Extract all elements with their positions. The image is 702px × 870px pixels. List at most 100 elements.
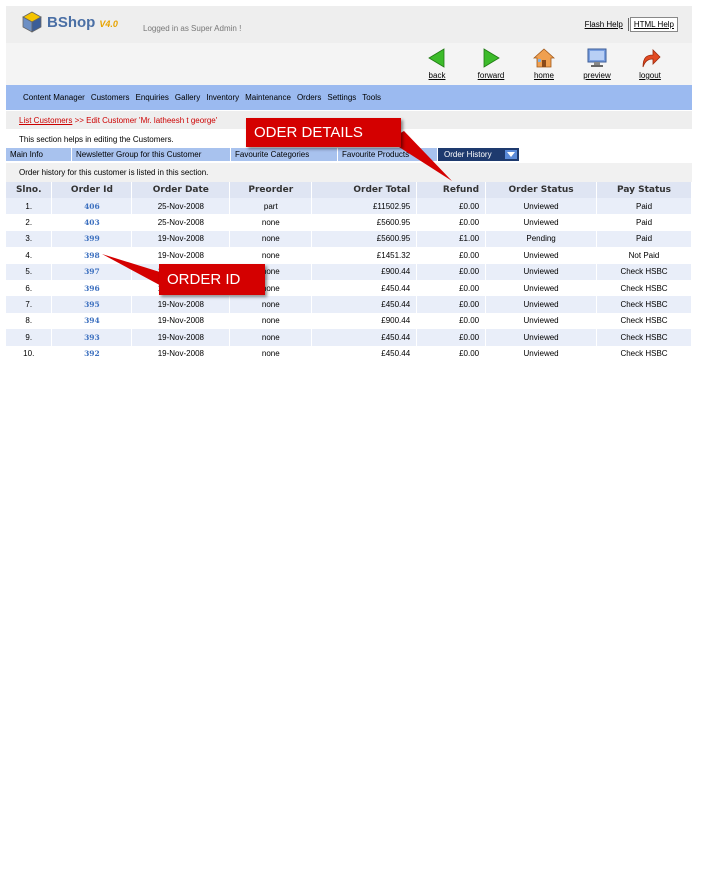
nav-enquiries[interactable]: Enquiries	[136, 93, 169, 102]
breadcrumb-list-customers-link[interactable]: List Customers	[19, 116, 72, 125]
order-id-callout-text: ORDER ID	[167, 271, 241, 288]
cell-refund: £0.00	[416, 312, 487, 330]
cell-pay-status: Paid	[596, 214, 692, 231]
cell-order-id[interactable]: 392	[51, 345, 133, 362]
cell-order-id[interactable]: 397	[51, 263, 133, 280]
cell-order-total: £450.44	[311, 279, 418, 297]
cell-order-id[interactable]: 403	[51, 214, 133, 231]
nav-maintenance[interactable]: Maintenance	[245, 93, 291, 102]
order-details-callout-text: ODER DETAILS	[254, 124, 363, 141]
cell-preorder: none	[229, 230, 313, 248]
page: BShop V4.0 Logged in as Super Admin ! Fl…	[6, 6, 692, 362]
home-button[interactable]: home	[524, 47, 564, 80]
cell-order-id[interactable]: 395	[51, 296, 133, 313]
nav-customers[interactable]: Customers	[91, 93, 130, 102]
cell-order-status: Unviewed	[485, 263, 598, 280]
cell-slno: 9.	[6, 329, 53, 346]
tab-favourite-categories[interactable]: Favourite Categories	[231, 148, 338, 161]
table-row: 4. 398 19-Nov-2008 none £1451.32 £0.00 Unviewe…	[6, 247, 692, 264]
nav-inventory[interactable]: Inventory	[206, 93, 239, 102]
app-header: BShop V4.0 Logged in as Super Admin ! Fl…	[6, 6, 692, 43]
cell-refund: £0.00	[416, 329, 487, 346]
cell-pay-status: Not Paid	[596, 247, 692, 264]
cell-pay-status: Paid	[596, 198, 692, 215]
order-id-callout: ORDER ID	[159, 264, 265, 295]
order-history-note: Order history for this customer is liste…	[6, 163, 692, 182]
col-refund: Refund	[416, 182, 487, 198]
cell-pay-status: Check HSBC	[596, 345, 692, 362]
cell-order-status: Unviewed	[485, 198, 598, 215]
forward-button[interactable]: forward	[471, 47, 511, 80]
cell-order-status: Unviewed	[485, 329, 598, 346]
tab-main-info[interactable]: Main Info	[6, 148, 72, 161]
forward-arrow-icon	[483, 48, 500, 68]
tab-newsletter-group[interactable]: Newsletter Group for this Customer	[72, 148, 231, 161]
nav-content-manager[interactable]: Content Manager	[23, 93, 85, 102]
cell-slno: 2.	[6, 214, 53, 231]
cell-order-total: £5600.95	[311, 230, 418, 248]
logo-cube-icon	[22, 11, 42, 33]
logo-text: BShop	[47, 13, 96, 31]
table-row: 10. 392 19-Nov-2008 none £450.44 £0.00 Unviewe…	[6, 345, 692, 362]
nav-settings[interactable]: Settings	[327, 93, 356, 102]
cell-preorder: part	[229, 198, 313, 215]
cell-refund: £0.00	[416, 247, 487, 264]
cell-order-id[interactable]: 398	[51, 247, 133, 264]
cell-pay-status: Paid	[596, 230, 692, 248]
logout-button[interactable]: logout	[630, 47, 670, 80]
cell-order-total: £450.44	[311, 329, 418, 346]
cell-order-date: 25-Nov-2008	[131, 214, 231, 231]
home-label: home	[533, 71, 554, 80]
back-arrow-icon	[428, 48, 445, 68]
cell-order-id[interactable]: 393	[51, 329, 133, 346]
cell-order-id[interactable]: 399	[51, 230, 133, 248]
flash-help-link[interactable]: Flash Help	[581, 17, 627, 32]
cell-refund: £0.00	[416, 296, 487, 313]
cell-slno: 5.	[6, 263, 53, 280]
preview-label: preview	[583, 71, 611, 80]
cell-order-date: 19-Nov-2008	[131, 296, 231, 313]
cell-refund: £0.00	[416, 214, 487, 231]
cell-order-status: Unviewed	[485, 296, 598, 313]
cell-refund: £0.00	[416, 263, 487, 280]
cell-order-id[interactable]: 394	[51, 312, 133, 330]
cell-preorder: none	[229, 296, 313, 313]
logged-in-text: Logged in as Super Admin !	[143, 24, 242, 33]
cell-order-status: Unviewed	[485, 279, 598, 297]
chevron-down-icon[interactable]	[505, 150, 517, 159]
cell-refund: £1.00	[416, 230, 487, 248]
table-row: 1. 406 25-Nov-2008 part £11502.95 £0.00 Unview…	[6, 198, 692, 215]
cell-slno: 6.	[6, 279, 53, 297]
cell-order-id[interactable]: 396	[51, 279, 133, 297]
preview-button[interactable]: preview	[577, 47, 617, 80]
tab-order-history-label: Order History	[444, 150, 492, 159]
cell-order-date: 19-Nov-2008	[131, 247, 231, 264]
cell-refund: £0.00	[416, 198, 487, 215]
cell-order-total: £1451.32	[311, 247, 418, 264]
cell-order-status: Unviewed	[485, 345, 598, 362]
cell-preorder: none	[229, 345, 313, 362]
cell-order-date: 19-Nov-2008	[131, 329, 231, 346]
nav-tools[interactable]: Tools	[362, 93, 381, 102]
cell-order-total: £450.44	[311, 345, 418, 362]
tab-order-history[interactable]: Order History	[438, 148, 520, 161]
col-order-date: Order Date	[131, 182, 231, 198]
tab-favourite-products[interactable]: Favourite Products	[338, 148, 438, 161]
nav-orders[interactable]: Orders	[297, 93, 321, 102]
html-help-link[interactable]: HTML Help	[629, 17, 678, 32]
cell-slno: 7.	[6, 296, 53, 313]
col-order-total: Order Total	[311, 182, 418, 198]
cell-order-date: 19-Nov-2008	[131, 230, 231, 248]
table-row: 3. 399 19-Nov-2008 none £5600.95 £1.00 Pending…	[6, 230, 692, 248]
cell-order-id[interactable]: 406	[51, 198, 133, 215]
nav-gallery[interactable]: Gallery	[175, 93, 200, 102]
table-row: 7. 395 19-Nov-2008 none £450.44 £0.00 Unviewed…	[6, 296, 692, 313]
cell-order-total: £450.44	[311, 296, 418, 313]
cell-preorder: none	[229, 247, 313, 264]
back-button[interactable]: back	[417, 47, 457, 80]
help-links: Flash Help HTML Help	[581, 17, 678, 32]
cell-order-status: Pending	[485, 230, 598, 248]
toolbar: back forward home preview logout	[6, 43, 692, 85]
logo: BShop V4.0	[21, 11, 118, 33]
cell-slno: 4.	[6, 247, 53, 264]
